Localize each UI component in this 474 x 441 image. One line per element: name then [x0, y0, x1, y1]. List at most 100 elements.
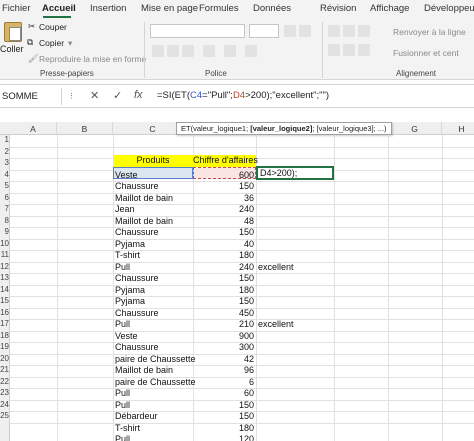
cell-product[interactable]: Pull: [115, 400, 130, 411]
cell-revenue[interactable]: 300: [193, 342, 254, 353]
check-icon[interactable]: ✓: [113, 89, 122, 102]
row-header[interactable]: 12: [0, 262, 10, 274]
row-header[interactable]: 9: [0, 227, 10, 239]
row-header[interactable]: 19: [0, 342, 10, 354]
cell-product[interactable]: Pull: [115, 262, 130, 273]
cell-product[interactable]: Chaussure: [115, 181, 159, 192]
font-size-select[interactable]: [249, 24, 279, 38]
row-header[interactable]: 24: [0, 400, 10, 412]
cell-product[interactable]: Maillot de bain: [115, 216, 173, 227]
row-header[interactable]: 15: [0, 296, 10, 308]
align-center-icon[interactable]: [343, 44, 355, 56]
row-header[interactable]: 14: [0, 285, 10, 297]
cell-revenue[interactable]: 42: [193, 354, 254, 365]
copy-button[interactable]: Copier: [39, 38, 64, 48]
cell-product[interactable]: Maillot de bain: [115, 193, 173, 204]
fx-icon[interactable]: fx: [134, 89, 143, 101]
cell-product[interactable]: paire de Chaussette: [115, 354, 196, 365]
underline-icon[interactable]: [182, 45, 194, 57]
fill-color-icon[interactable]: [224, 45, 236, 57]
cell-revenue[interactable]: 120: [193, 434, 254, 441]
cell-revenue[interactable]: 180: [193, 423, 254, 434]
cell-product[interactable]: T-shirt: [115, 423, 140, 434]
bold-icon[interactable]: [152, 45, 164, 57]
menu-mise-en-page[interactable]: Mise en page: [141, 3, 198, 14]
row-header[interactable]: 7: [0, 204, 10, 216]
menu-fichier[interactable]: Fichier: [2, 3, 31, 14]
align-right-icon[interactable]: [358, 44, 370, 56]
row-header[interactable]: 4: [0, 170, 10, 182]
increase-font-icon[interactable]: [284, 25, 296, 37]
paste-icon[interactable]: [4, 22, 22, 42]
menu-affichage[interactable]: Affichage: [370, 3, 409, 14]
cell-product[interactable]: Chaussure: [115, 273, 159, 284]
chevron-down-icon[interactable]: ▾: [68, 38, 72, 49]
row-header[interactable]: 23: [0, 388, 10, 400]
cell-product[interactable]: Chaussure: [115, 342, 159, 353]
cell-product[interactable]: Veste: [115, 170, 138, 181]
row-header[interactable]: 11: [0, 250, 10, 262]
borders-icon[interactable]: [203, 45, 215, 57]
cell-revenue[interactable]: 600: [193, 170, 254, 181]
cell-product[interactable]: Chaussure: [115, 308, 159, 319]
cell-revenue[interactable]: 96: [193, 365, 254, 376]
cell-product[interactable]: paire de Chaussette: [115, 377, 196, 388]
cell-revenue[interactable]: 900: [193, 331, 254, 342]
cell-product[interactable]: Chaussure: [115, 227, 159, 238]
cell-product[interactable]: Pull: [115, 319, 130, 330]
font-color-icon[interactable]: [245, 45, 257, 57]
column-header-b[interactable]: B: [57, 122, 113, 135]
cut-icon[interactable]: ✂: [28, 21, 35, 32]
cell-product[interactable]: Maillot de bain: [115, 365, 173, 376]
cell-revenue[interactable]: 210: [193, 319, 254, 330]
cell-product[interactable]: Pull: [115, 388, 130, 399]
row-header[interactable]: 22: [0, 377, 10, 389]
cell-revenue[interactable]: 60: [193, 388, 254, 399]
cell-revenue[interactable]: 450: [193, 308, 254, 319]
active-cell-e4[interactable]: D4>200);: [256, 166, 334, 180]
name-box[interactable]: SOMME: [0, 88, 62, 105]
column-header-g[interactable]: G: [388, 122, 442, 135]
cell-revenue[interactable]: 150: [193, 273, 254, 284]
header-produits[interactable]: Produits: [113, 155, 193, 167]
cell-product[interactable]: Débardeur: [115, 411, 158, 422]
cell-revenue[interactable]: 180: [193, 285, 254, 296]
decrease-font-icon[interactable]: [299, 25, 311, 37]
row-header[interactable]: 20: [0, 354, 10, 366]
align-left-icon[interactable]: [328, 44, 340, 56]
cell-revenue[interactable]: 150: [193, 227, 254, 238]
cell-revenue[interactable]: 150: [193, 181, 254, 192]
cell-revenue[interactable]: 240: [193, 204, 254, 215]
row-header[interactable]: 8: [0, 216, 10, 228]
cell-product[interactable]: Veste: [115, 331, 138, 342]
cell-product[interactable]: Pyjama: [115, 239, 145, 250]
cell-revenue[interactable]: 36: [193, 193, 254, 204]
cell-product[interactable]: Pyjama: [115, 285, 145, 296]
cell-result[interactable]: excellent: [258, 262, 294, 273]
header-chiffre-affaires[interactable]: Chiffre d'affaires: [193, 155, 258, 167]
align-bottom-icon[interactable]: [358, 25, 370, 37]
cell-product[interactable]: Jean: [115, 204, 135, 215]
menu-formules[interactable]: Formules: [199, 3, 239, 14]
menu-donnees[interactable]: Données: [253, 3, 291, 14]
cell-revenue[interactable]: 150: [193, 400, 254, 411]
format-painter-button[interactable]: Reproduire la mise en forme: [39, 54, 146, 64]
row-header[interactable]: 18: [0, 331, 10, 343]
font-family-select[interactable]: [150, 24, 245, 38]
cell-revenue[interactable]: 40: [193, 239, 254, 250]
cell-product[interactable]: Pyjama: [115, 296, 145, 307]
wrap-text-button[interactable]: Renvoyer à la ligne: [393, 27, 466, 37]
merge-center-button[interactable]: Fusionner et cent: [393, 48, 459, 58]
close-icon[interactable]: ✕: [90, 89, 99, 102]
format-painter-icon[interactable]: 🖌: [28, 53, 39, 64]
row-header[interactable]: 5: [0, 181, 10, 193]
column-header-h[interactable]: H: [442, 122, 474, 135]
cut-button[interactable]: Couper: [39, 22, 67, 32]
italic-icon[interactable]: [167, 45, 179, 57]
row-header[interactable]: 21: [0, 365, 10, 377]
row-header[interactable]: 2: [0, 147, 10, 159]
menu-revision[interactable]: Révision: [320, 3, 356, 14]
row-header[interactable]: 3: [0, 158, 10, 170]
row-header[interactable]: 10: [0, 239, 10, 251]
menu-developpeur[interactable]: Développeur: [424, 3, 474, 14]
